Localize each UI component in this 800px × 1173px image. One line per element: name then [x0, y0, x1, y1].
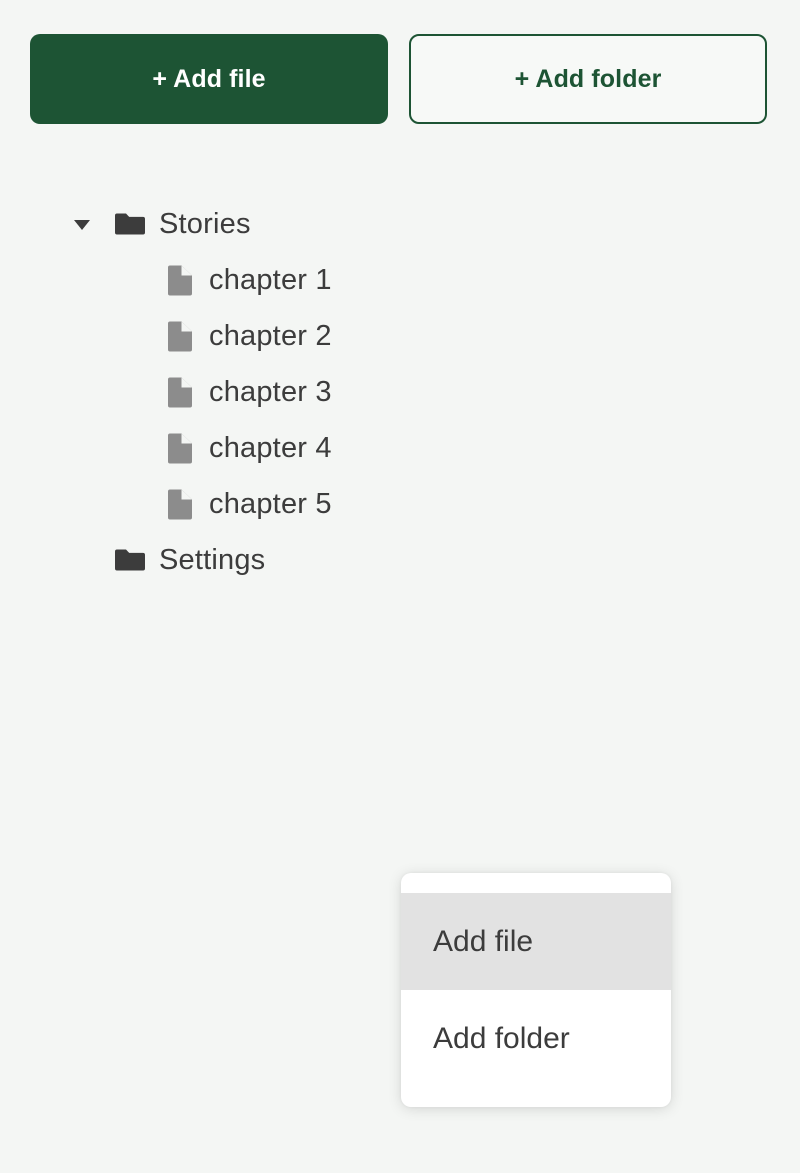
file-icon	[166, 377, 192, 407]
add-file-button[interactable]: + Add file	[30, 34, 388, 124]
folder-icon	[115, 545, 145, 575]
context-menu-item-add-folder[interactable]: Add folder	[401, 990, 671, 1087]
add-folder-button[interactable]: + Add folder	[409, 34, 767, 124]
file-icon	[166, 489, 192, 519]
caret-placeholder	[70, 548, 94, 572]
chevron-down-icon[interactable]	[70, 212, 94, 236]
file-icon	[166, 433, 192, 463]
tree-item-chapter-5[interactable]: chapter 5	[0, 476, 800, 532]
tree-item-label: chapter 1	[209, 263, 332, 296]
tree-item-label: chapter 2	[209, 319, 332, 352]
context-menu-item-add-file[interactable]: Add file	[401, 893, 671, 990]
file-tree: Stories chapter 1 chapter 2 chapter 3 ch…	[0, 196, 800, 588]
tree-item-label: Stories	[159, 207, 251, 240]
tree-item-label: Settings	[159, 543, 266, 576]
tree-item-chapter-4[interactable]: chapter 4	[0, 420, 800, 476]
folder-icon	[115, 209, 145, 239]
tree-item-chapter-2[interactable]: chapter 2	[0, 308, 800, 364]
tree-item-chapter-3[interactable]: chapter 3	[0, 364, 800, 420]
file-icon	[166, 321, 192, 351]
tree-item-label: chapter 3	[209, 375, 332, 408]
tree-item-settings[interactable]: Settings	[0, 532, 800, 588]
file-toolbar: + Add file + Add folder	[30, 34, 767, 124]
tree-item-label: chapter 5	[209, 487, 332, 520]
tree-item-label: chapter 4	[209, 431, 332, 464]
tree-item-chapter-1[interactable]: chapter 1	[0, 252, 800, 308]
file-icon	[166, 265, 192, 295]
context-menu: Add file Add folder	[401, 873, 671, 1107]
tree-item-stories[interactable]: Stories	[0, 196, 800, 252]
